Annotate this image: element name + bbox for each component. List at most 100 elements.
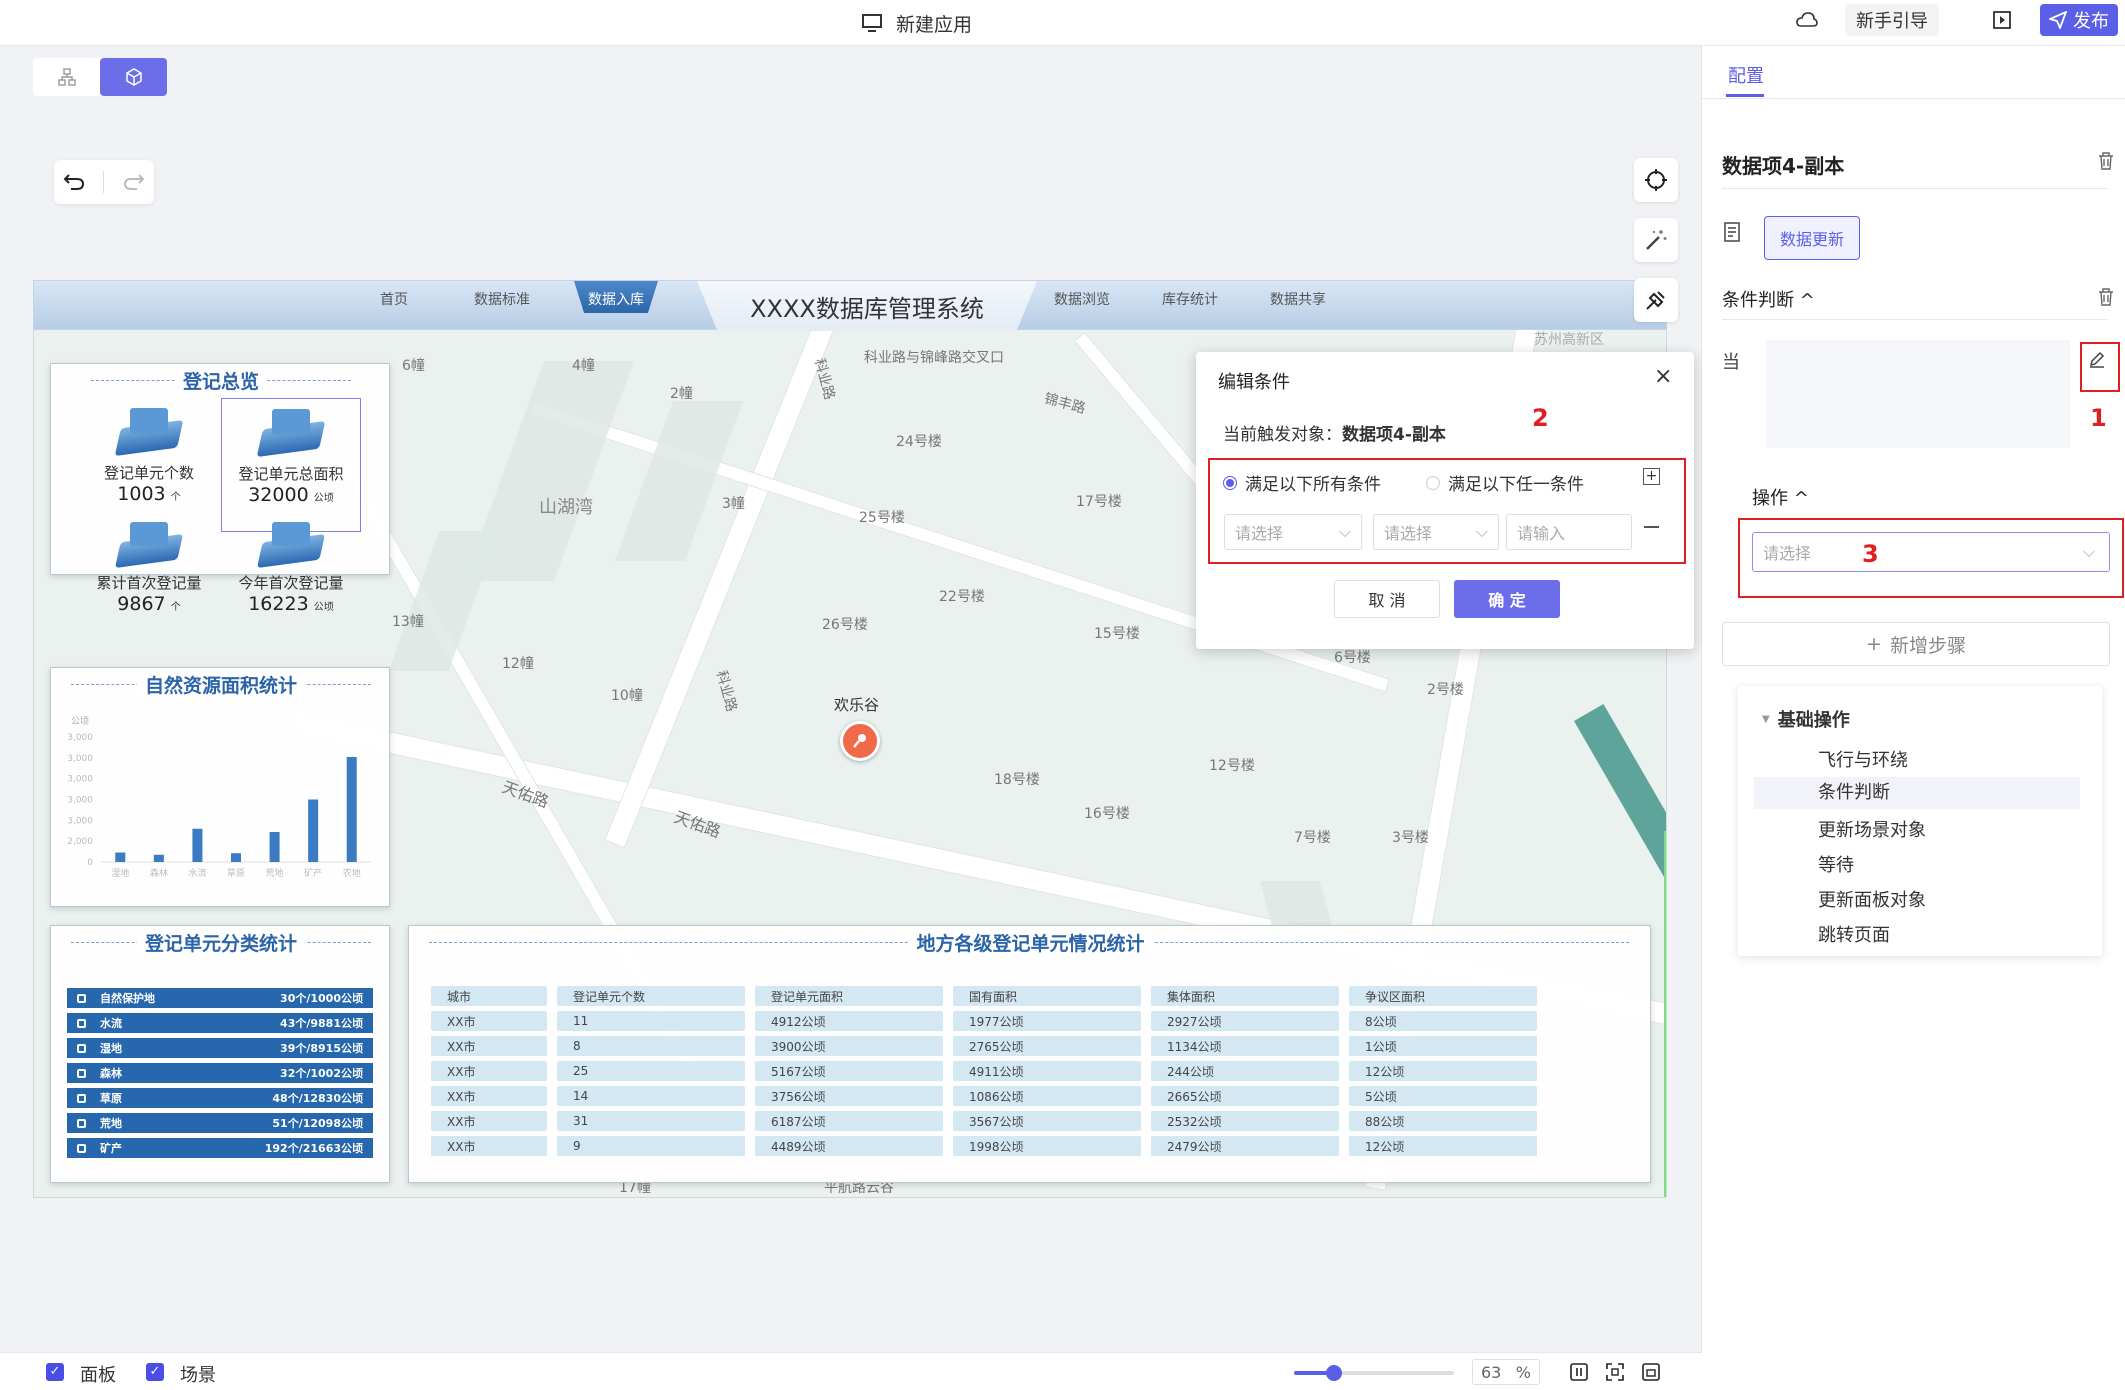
- menu-group-basic[interactable]: ▼ 基础操作: [1762, 706, 1850, 732]
- nav-item-browse[interactable]: 数据浏览: [1054, 289, 1110, 309]
- map-label: 2幢: [670, 386, 693, 402]
- table-cell: 8公顷: [1349, 1011, 1537, 1031]
- zoom-input[interactable]: 63%: [1472, 1359, 1540, 1385]
- tree-mode-button[interactable]: [33, 58, 100, 96]
- menu-item[interactable]: 条件判断: [1754, 777, 2080, 809]
- table-cell: 244公顷: [1151, 1061, 1339, 1081]
- stat-icon: [114, 402, 184, 462]
- table-cell: 2532公顷: [1151, 1111, 1339, 1131]
- x-tick-label: 农地: [343, 867, 361, 879]
- map-label: 6幢: [402, 358, 425, 374]
- panel-checkbox[interactable]: ✓: [46, 1363, 64, 1381]
- table-cell: 5公顷: [1349, 1086, 1537, 1106]
- condition-section-header[interactable]: 条件判断 ^: [1722, 286, 1815, 312]
- annotation-number: 1: [2090, 404, 2107, 432]
- nav-item-ingest[interactable]: 数据入库: [574, 281, 658, 313]
- category-name: 矿产: [100, 1142, 122, 1155]
- category-row: 草原 48个/12830公顷: [67, 1088, 373, 1108]
- guide-button[interactable]: 新手引导: [1845, 4, 1939, 36]
- map-label: 12幢: [502, 656, 534, 672]
- x-tick-label: 矿产: [304, 867, 322, 879]
- map-label: 锦丰路: [1042, 390, 1088, 418]
- send-icon: [2049, 11, 2067, 29]
- category-value: 48个/12830公顷: [272, 1092, 363, 1105]
- category-value: 43个/9881公顷: [280, 1017, 363, 1030]
- scene-checkbox[interactable]: ✓: [146, 1363, 164, 1381]
- fullscreen-icon[interactable]: [1606, 1363, 1624, 1385]
- dialog-title: 编辑条件: [1218, 372, 1290, 393]
- redo-icon[interactable]: [123, 172, 145, 192]
- table-cell: 3756公顷: [755, 1086, 943, 1106]
- map-label: 3幢: [722, 496, 745, 512]
- table-cell: 3567公顷: [953, 1111, 1141, 1131]
- table-cell: 11: [557, 1011, 745, 1031]
- confirm-button[interactable]: 确 定: [1454, 580, 1560, 618]
- lock-icon: [77, 1068, 86, 1078]
- item-title: 数据项4-副本: [1722, 154, 1845, 178]
- table-header-cell: 国有面积: [953, 986, 1141, 1006]
- operation-menu: ▼ 基础操作 飞行与环绕条件判断更新场景对象 等待更新面板对象 跳转页面: [1738, 686, 2102, 956]
- menu-item[interactable]: 更新场景对象: [1818, 816, 1926, 842]
- locate-button[interactable]: [1634, 158, 1678, 202]
- menu-item[interactable]: 更新面板对象: [1818, 886, 1926, 912]
- top-bar: 新建应用 新手引导 发布: [0, 0, 2125, 46]
- map-poi-marker[interactable]: [840, 721, 880, 761]
- table-cell: XX市: [431, 1111, 547, 1131]
- table-cell: 4912公顷: [755, 1011, 943, 1031]
- y-tick-label: 3,000: [67, 733, 93, 743]
- lock-icon: [77, 993, 86, 1003]
- delete-icon[interactable]: [2098, 152, 2114, 174]
- data-update-tag[interactable]: 数据更新: [1764, 216, 1860, 260]
- table-cell: 8: [557, 1036, 745, 1056]
- category-row: 荒地 51个/12098公顷: [67, 1113, 373, 1133]
- category-row: 湿地 39个/8915公顷: [67, 1038, 373, 1058]
- table-cell: 1977公顷: [953, 1011, 1141, 1031]
- stat-total-area[interactable]: 登记单元总面积 32000 公顷: [221, 398, 361, 532]
- table-cell: 12公顷: [1349, 1061, 1537, 1081]
- add-step-button[interactable]: + 新增步骤: [1722, 622, 2110, 666]
- cancel-button[interactable]: 取 消: [1334, 580, 1440, 618]
- menu-item[interactable]: 飞行与环绕: [1818, 746, 1908, 772]
- zoom-slider-thumb[interactable]: [1326, 1365, 1342, 1381]
- nav-item-share[interactable]: 数据共享: [1270, 289, 1326, 309]
- table-cell: 3900公顷: [755, 1036, 943, 1056]
- tab-config[interactable]: 配置: [1728, 62, 1764, 88]
- nav-item-home[interactable]: 首页: [380, 289, 408, 309]
- category-name: 森林: [100, 1067, 122, 1080]
- category-value: 39个/8915公顷: [280, 1042, 363, 1055]
- y-tick-label: 3,000: [67, 754, 93, 764]
- map-label: 7号楼: [1294, 830, 1331, 846]
- table-cell: 2479公顷: [1151, 1136, 1339, 1156]
- undo-icon[interactable]: [63, 172, 85, 192]
- cloud-save-icon[interactable]: [1790, 4, 1824, 36]
- y-tick-label: 0: [87, 858, 93, 868]
- fit-screen-icon[interactable]: [1642, 1363, 1660, 1385]
- scene-mode-button[interactable]: [100, 58, 167, 96]
- lock-icon: [77, 1043, 86, 1053]
- chevron-up-icon: ^: [1793, 488, 1809, 509]
- zoom-slider[interactable]: [1294, 1365, 1454, 1381]
- annotation-box-3: [1738, 518, 2124, 598]
- resource-bar-chart: 公顷 3,000 3,000 3,000 3,000 3,000 2,000 0 湿地 森林 水流 草…: [67, 716, 371, 879]
- menu-item[interactable]: 等待: [1818, 851, 1854, 877]
- delete-condition-icon[interactable]: [2098, 288, 2114, 310]
- menu-item[interactable]: 跳转页面: [1818, 921, 1890, 947]
- magic-wand-icon: [1646, 230, 1667, 250]
- publish-button[interactable]: 发布: [2040, 4, 2118, 36]
- close-icon[interactable]: ×: [1654, 364, 1672, 389]
- magic-wand-button[interactable]: [1634, 218, 1678, 262]
- chart-bar: [346, 757, 357, 862]
- map-style-button[interactable]: [1634, 278, 1678, 322]
- preview-icon[interactable]: [1985, 4, 2019, 36]
- category-name: 水流: [100, 1017, 122, 1030]
- nav-item-inventory[interactable]: 库存统计: [1162, 289, 1218, 309]
- operation-section-header[interactable]: 操作 ^: [1752, 484, 1809, 510]
- map-label: 10幢: [611, 688, 643, 704]
- nav-item-standard[interactable]: 数据标准: [474, 289, 530, 309]
- table-cell: 6187公顷: [755, 1111, 943, 1131]
- stat-cumulative-first: 累计首次登记量 9867 个: [79, 520, 219, 615]
- fit-width-icon[interactable]: [1570, 1363, 1588, 1385]
- category-name: 草原: [100, 1092, 122, 1105]
- table-cell: 2927公顷: [1151, 1011, 1339, 1031]
- x-tick-label: 湿地: [111, 867, 129, 879]
